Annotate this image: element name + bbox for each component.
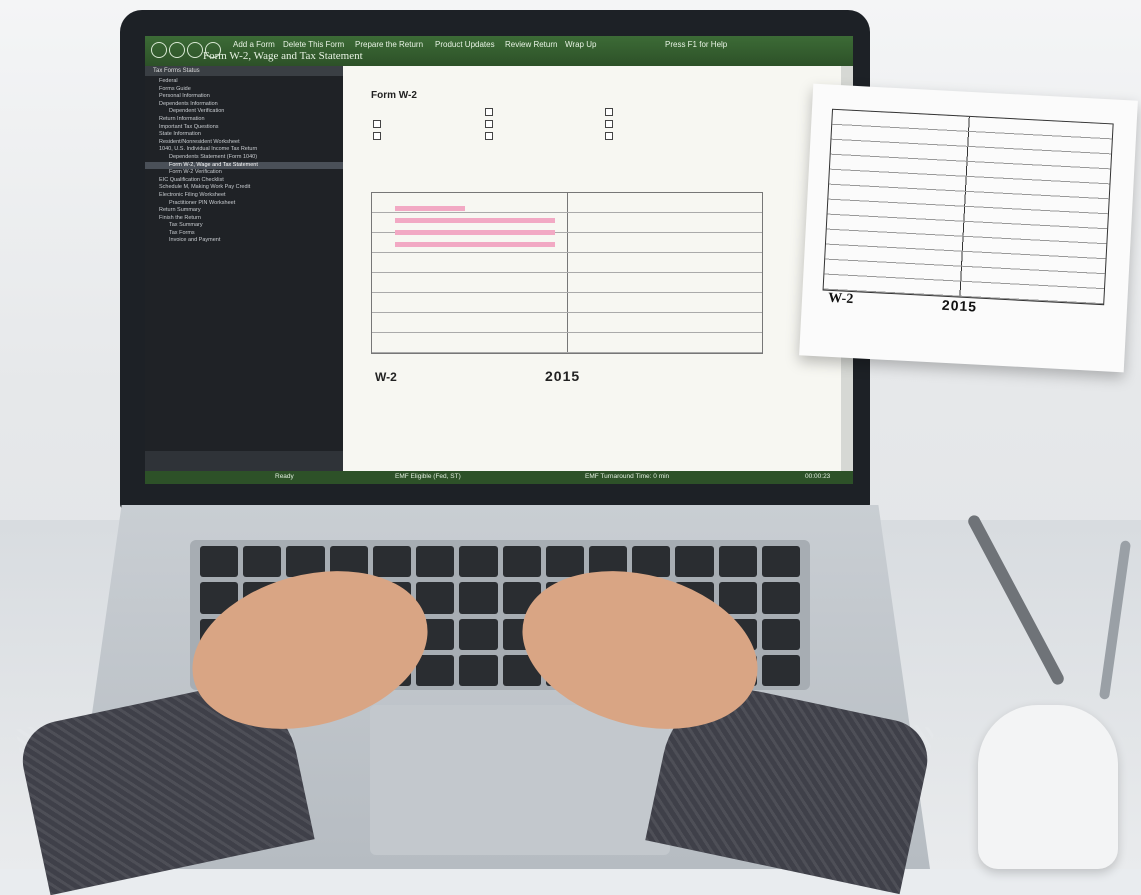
paper-w2-grid xyxy=(822,108,1114,306)
paper-w2-code: W-2 xyxy=(827,290,854,308)
sidebar-item[interactable]: Electronic Filing Worksheet xyxy=(145,192,343,200)
sidebar-footer xyxy=(145,451,343,471)
w2-fields-grid xyxy=(371,192,763,354)
sidebar-item[interactable]: Return Summary xyxy=(145,207,343,215)
sidebar-item[interactable]: Tax Summary xyxy=(145,222,343,230)
key[interactable] xyxy=(459,618,498,650)
status-efile: EMF Eligible (Fed, ST) xyxy=(395,473,461,480)
form-title: Form W-2, Wage and Tax Statement xyxy=(203,50,363,62)
sidebar-item[interactable]: Important Tax Questions xyxy=(145,124,343,132)
forward-icon[interactable] xyxy=(187,42,203,58)
employer-address-field[interactable] xyxy=(395,230,555,235)
key[interactable] xyxy=(761,654,800,686)
back-icon[interactable] xyxy=(169,42,185,58)
multiple-checkbox[interactable] xyxy=(485,132,493,140)
sidebar-item[interactable]: Dependent Verification xyxy=(145,108,343,116)
sidebar-item[interactable]: Finish the Return xyxy=(145,215,343,223)
disability-checkbox[interactable] xyxy=(605,120,613,128)
w2-form-year: 2015 xyxy=(545,368,581,384)
form-document: Form W-2 W-2 2015 xyxy=(343,66,841,471)
status-bar: Ready EMF Eligible (Fed, ST) EMF Turnaro… xyxy=(145,471,853,484)
mouse xyxy=(978,705,1118,869)
w2-form-code: W-2 xyxy=(375,370,397,384)
status-turnaround: EMF Turnaround Time: 0 min xyxy=(585,473,670,480)
key[interactable] xyxy=(416,546,455,578)
paper-w2-year: 2015 xyxy=(941,296,978,315)
sidebar-item-w2-active[interactable]: Form W-2, Wage and Tax Statement xyxy=(145,161,343,170)
clergy-checkbox[interactable] xyxy=(605,108,613,116)
key[interactable] xyxy=(459,654,498,686)
employer-checkbox[interactable] xyxy=(373,120,381,128)
sidebar-item[interactable]: Federal xyxy=(145,78,343,86)
employee-checkbox[interactable] xyxy=(373,132,381,140)
key[interactable] xyxy=(718,546,757,578)
key[interactable] xyxy=(416,654,455,686)
trackpad[interactable] xyxy=(370,705,670,855)
toolbar-help-hint: Press F1 for Help xyxy=(665,40,728,49)
church-checkbox[interactable] xyxy=(605,132,613,140)
sidebar-item[interactable]: Invoice and Payment xyxy=(145,237,343,245)
employer-name-field[interactable] xyxy=(395,218,555,223)
laptop-screen: Add a Form Delete This Form Prepare the … xyxy=(145,36,853,484)
sidebar-item[interactable]: Personal Information xyxy=(145,93,343,101)
home-icon[interactable] xyxy=(151,42,167,58)
key[interactable] xyxy=(459,582,498,614)
key[interactable] xyxy=(502,546,541,578)
sidebar-item[interactable]: Forms Guide xyxy=(145,86,343,94)
toolbar-add-form[interactable]: Add a Form xyxy=(233,40,275,49)
forms-sidebar: Tax Forms Status Federal Forms Guide Per… xyxy=(145,66,343,471)
status-time: 00:00:23 xyxy=(805,473,831,480)
key[interactable] xyxy=(243,546,282,578)
toolbar-product-updates[interactable]: Product Updates xyxy=(435,40,495,49)
ein-field[interactable] xyxy=(395,206,465,211)
key[interactable] xyxy=(761,546,800,578)
altered-checkbox[interactable] xyxy=(485,108,493,116)
sidebar-item[interactable]: Practitioner PIN Worksheet xyxy=(145,200,343,208)
app-toolbar: Add a Form Delete This Form Prepare the … xyxy=(145,36,853,66)
key[interactable] xyxy=(372,546,412,578)
status-ready: Ready xyxy=(275,473,294,480)
military-checkbox[interactable] xyxy=(485,120,493,128)
key[interactable] xyxy=(545,546,584,578)
sidebar-item[interactable]: Tax Forms xyxy=(145,230,343,238)
sidebar-item[interactable]: Dependents Information xyxy=(145,101,343,109)
key[interactable] xyxy=(718,582,757,614)
sidebar-header: Tax Forms Status xyxy=(145,66,343,76)
sidebar-item[interactable]: Return Information xyxy=(145,116,343,124)
sidebar-item[interactable]: Form W-2 Verification xyxy=(145,169,343,177)
sidebar-item[interactable]: Schedule M, Making Work Pay Credit xyxy=(145,184,343,192)
employer-city-field[interactable] xyxy=(395,242,555,247)
toolbar-wrap-up[interactable]: Wrap Up xyxy=(565,40,596,49)
key[interactable] xyxy=(675,546,714,578)
key[interactable] xyxy=(761,582,800,614)
sidebar-item[interactable]: 1040, U.S. Individual Income Tax Return xyxy=(145,146,343,154)
key[interactable] xyxy=(761,618,800,650)
sidebar-item[interactable]: EIC Qualification Checklist xyxy=(145,177,343,185)
sidebar-item[interactable]: Dependents Statement (Form 1040) xyxy=(145,154,343,162)
paper-w2-form: W-2 2015 xyxy=(799,83,1138,373)
key[interactable] xyxy=(200,546,239,578)
toolbar-delete-form[interactable]: Delete This Form xyxy=(283,40,344,49)
toolbar-review-return[interactable]: Review Return xyxy=(505,40,557,49)
key[interactable] xyxy=(459,546,498,578)
w2-form: Form W-2 W-2 2015 xyxy=(365,82,765,387)
sidebar-list: Federal Forms Guide Personal Information… xyxy=(145,78,343,245)
sidebar-item[interactable]: Resident/Nonresident Worksheet xyxy=(145,139,343,147)
sidebar-item[interactable]: State Information xyxy=(145,131,343,139)
toolbar-prepare-return[interactable]: Prepare the Return xyxy=(355,40,423,49)
w2-form-title: Form W-2 xyxy=(371,90,417,101)
